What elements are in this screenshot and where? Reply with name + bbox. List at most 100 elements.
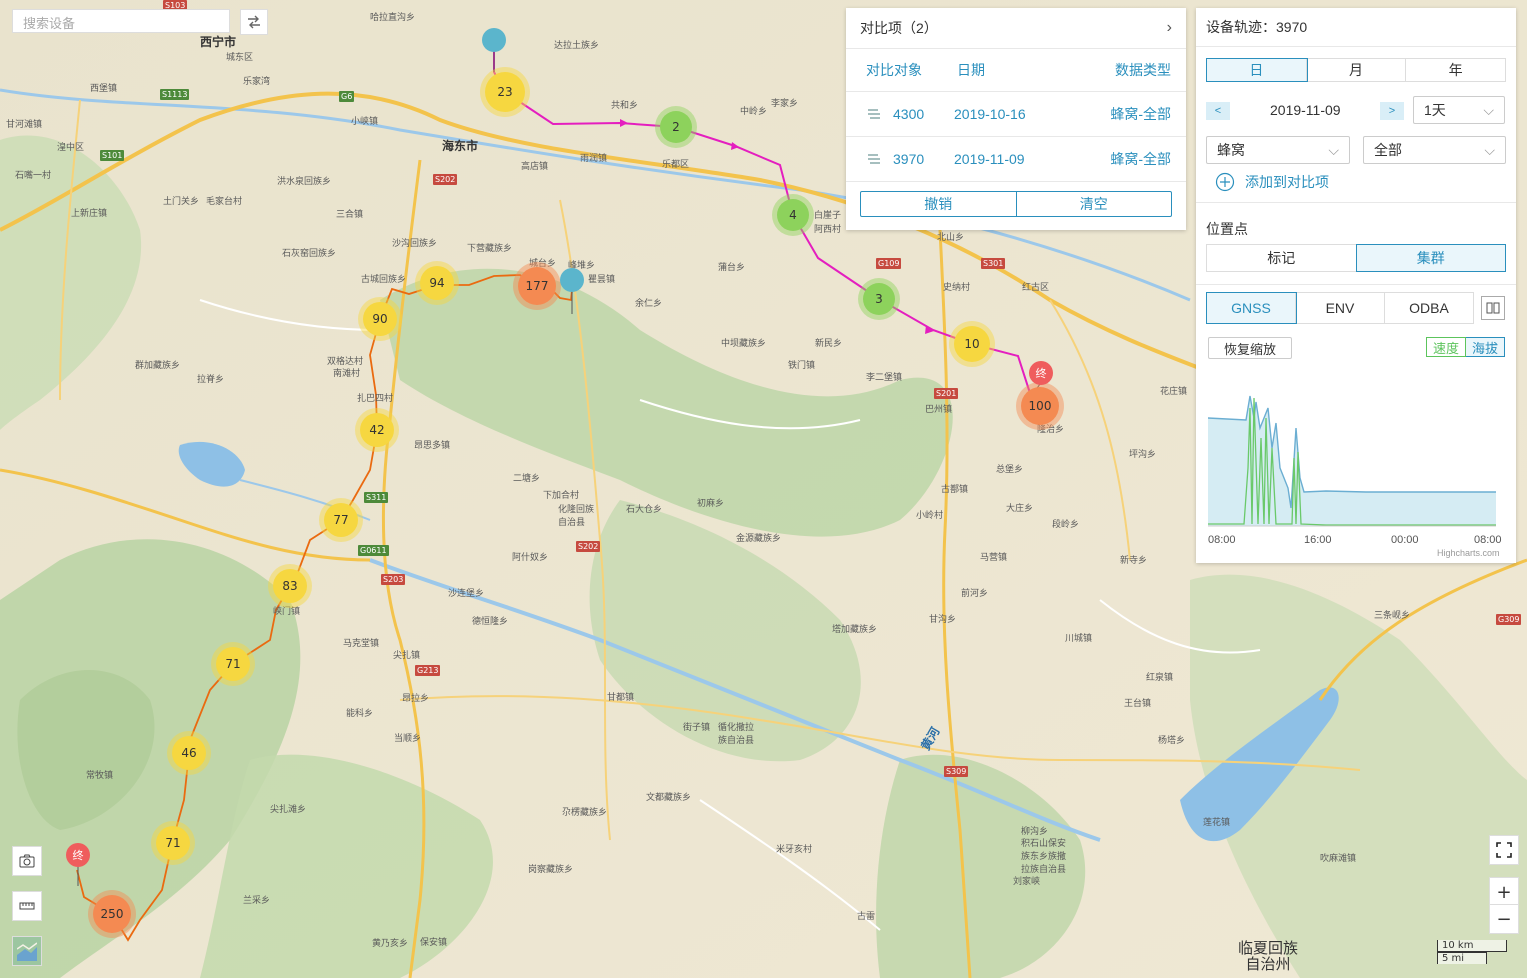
filter-select[interactable]: 全部 ⌵	[1363, 136, 1506, 164]
filter-button[interactable]	[240, 9, 268, 35]
town-label: 段岭乡	[1052, 520, 1080, 530]
compare-actions: 撤销 清空	[860, 191, 1172, 217]
cluster-marker[interactable]: 94	[420, 266, 454, 300]
town-label: 高店镇	[521, 162, 549, 172]
cluster-marker[interactable]: 23	[485, 72, 525, 112]
cluster-marker[interactable]: 4	[777, 199, 809, 231]
metric-altitude[interactable]: 海拔	[1466, 338, 1504, 356]
swap-icon	[248, 15, 260, 29]
ruler-button[interactable]	[12, 891, 42, 921]
x-tick-label: 16:00	[1304, 534, 1332, 546]
town-label: 昂拉乡	[402, 694, 430, 704]
town-label: 阿西村	[814, 225, 842, 235]
district-label: 城东区	[226, 53, 254, 63]
chevron-down-icon: ⌵	[1484, 141, 1495, 158]
layer-switch-button[interactable]	[12, 936, 42, 966]
town-label: 化隆回族自治县	[558, 505, 595, 528]
town-label: 花庄镇	[1160, 387, 1188, 397]
fullscreen-button[interactable]	[1489, 835, 1519, 865]
start-pin[interactable]	[560, 268, 584, 292]
cluster-marker[interactable]: 42	[360, 413, 394, 447]
town-label: 三条岘乡	[1374, 611, 1411, 621]
chevron-right-icon[interactable]: ›	[1167, 19, 1172, 37]
town-label: 沙连堡乡	[448, 589, 485, 599]
city-label-haidong: 海东市	[442, 139, 479, 153]
clear-button[interactable]: 清空	[1017, 192, 1172, 216]
search-input[interactable]: 搜索设备	[12, 9, 230, 33]
reset-zoom-button[interactable]: 恢复缩放	[1208, 337, 1292, 359]
metric-speed[interactable]: 速度	[1426, 337, 1466, 357]
road-badge: G213	[415, 665, 441, 676]
town-label: 常牧镇	[86, 771, 114, 781]
cluster-marker[interactable]: 10	[954, 326, 990, 362]
town-label: 杨塔乡	[1158, 736, 1186, 746]
cluster-marker[interactable]: 83	[273, 569, 307, 603]
tab-day[interactable]: 日	[1206, 58, 1308, 82]
town-label: 岗察藏族乡	[528, 865, 574, 875]
map-scale: 10 km 5 mi	[1437, 940, 1507, 964]
tab-marker[interactable]: 标记	[1207, 245, 1357, 271]
column-date: 日期	[957, 62, 985, 78]
compare-type: 蜂窝-全部	[1110, 151, 1171, 167]
town-label: 北山乡	[937, 233, 965, 243]
tab-cluster[interactable]: 集群	[1355, 244, 1506, 272]
town-label: 巴州镇	[925, 405, 953, 415]
town-label: 马克堂镇	[343, 639, 380, 649]
cluster-marker[interactable]: 3	[863, 283, 895, 315]
next-date-button[interactable]: >	[1380, 102, 1404, 120]
town-label: 初麻乡	[697, 499, 725, 509]
town-label: 甘河滩镇	[6, 120, 43, 130]
tab-odba[interactable]: ODBA	[1385, 293, 1473, 323]
speed-altitude-chart[interactable]: 08:00 16:00 00:00 08:00 Highcharts.com	[1206, 388, 1506, 568]
start-pin[interactable]	[482, 28, 506, 52]
zoom-out-button[interactable]: −	[1489, 904, 1519, 934]
add-to-compare-button[interactable]: 添加到对比项	[1215, 172, 1329, 192]
undo-button[interactable]: 撤销	[861, 192, 1017, 216]
town-label: 扎巴四村	[357, 394, 394, 404]
source-value: 蜂窝	[1217, 142, 1245, 158]
compare-device: 3970	[893, 151, 925, 167]
cluster-marker[interactable]: 250	[93, 895, 131, 933]
cluster-marker[interactable]: 77	[324, 503, 358, 537]
tab-month[interactable]: 月	[1307, 59, 1407, 81]
cluster-marker[interactable]: 2	[660, 111, 692, 143]
road-badge: S1113	[160, 89, 190, 100]
cluster-marker[interactable]: 46	[172, 736, 206, 770]
screenshot-button[interactable]	[12, 846, 42, 876]
town-label: 古雷	[857, 912, 876, 922]
cluster-marker[interactable]: 177	[518, 267, 556, 305]
town-label: 王台镇	[1124, 699, 1152, 709]
compare-header[interactable]: 对比项（2） ›	[846, 8, 1186, 49]
compare-device: 4300	[893, 106, 925, 122]
book-button[interactable]	[1481, 296, 1505, 320]
date-display[interactable]: 2019-11-09	[1270, 102, 1341, 118]
town-label: 新民乡	[815, 339, 843, 349]
prev-date-button[interactable]: <	[1206, 102, 1230, 120]
town-label: 石嘴一村	[15, 171, 52, 181]
end-pin[interactable]: 终	[1029, 361, 1053, 385]
town-label: 米牙亥村	[776, 845, 813, 855]
town-label: 毛家台村	[206, 197, 243, 207]
source-select[interactable]: 蜂窝 ⌵	[1206, 136, 1350, 164]
tab-gnss[interactable]: GNSS	[1206, 292, 1297, 324]
tab-year[interactable]: 年	[1406, 59, 1505, 81]
town-label: 尕楞藏族乡	[562, 808, 608, 818]
town-label: 保安镇	[420, 938, 448, 948]
town-label: 下加合村	[543, 491, 580, 501]
compare-row[interactable]: 3970 2019-11-09 蜂窝-全部	[846, 137, 1186, 182]
compare-row[interactable]: 4300 2019-10-16 蜂窝-全部	[846, 92, 1186, 137]
town-label: 瞿昙镇	[588, 275, 616, 285]
town-label: 前河乡	[961, 589, 989, 599]
add-label: 添加到对比项	[1245, 174, 1329, 190]
cluster-marker[interactable]: 71	[216, 647, 250, 681]
span-select[interactable]: 1天 ⌵	[1413, 96, 1505, 124]
road-badge: G6	[339, 91, 355, 102]
zoom-in-button[interactable]: +	[1489, 877, 1519, 907]
tab-env[interactable]: ENV	[1296, 293, 1385, 323]
town-label: 湟中区	[57, 143, 85, 153]
cluster-marker[interactable]: 90	[363, 302, 397, 336]
end-pin[interactable]: 终	[66, 843, 90, 867]
road-badge: S203	[381, 574, 406, 585]
cluster-marker[interactable]: 100	[1021, 387, 1059, 425]
cluster-marker[interactable]: 71	[156, 826, 190, 860]
